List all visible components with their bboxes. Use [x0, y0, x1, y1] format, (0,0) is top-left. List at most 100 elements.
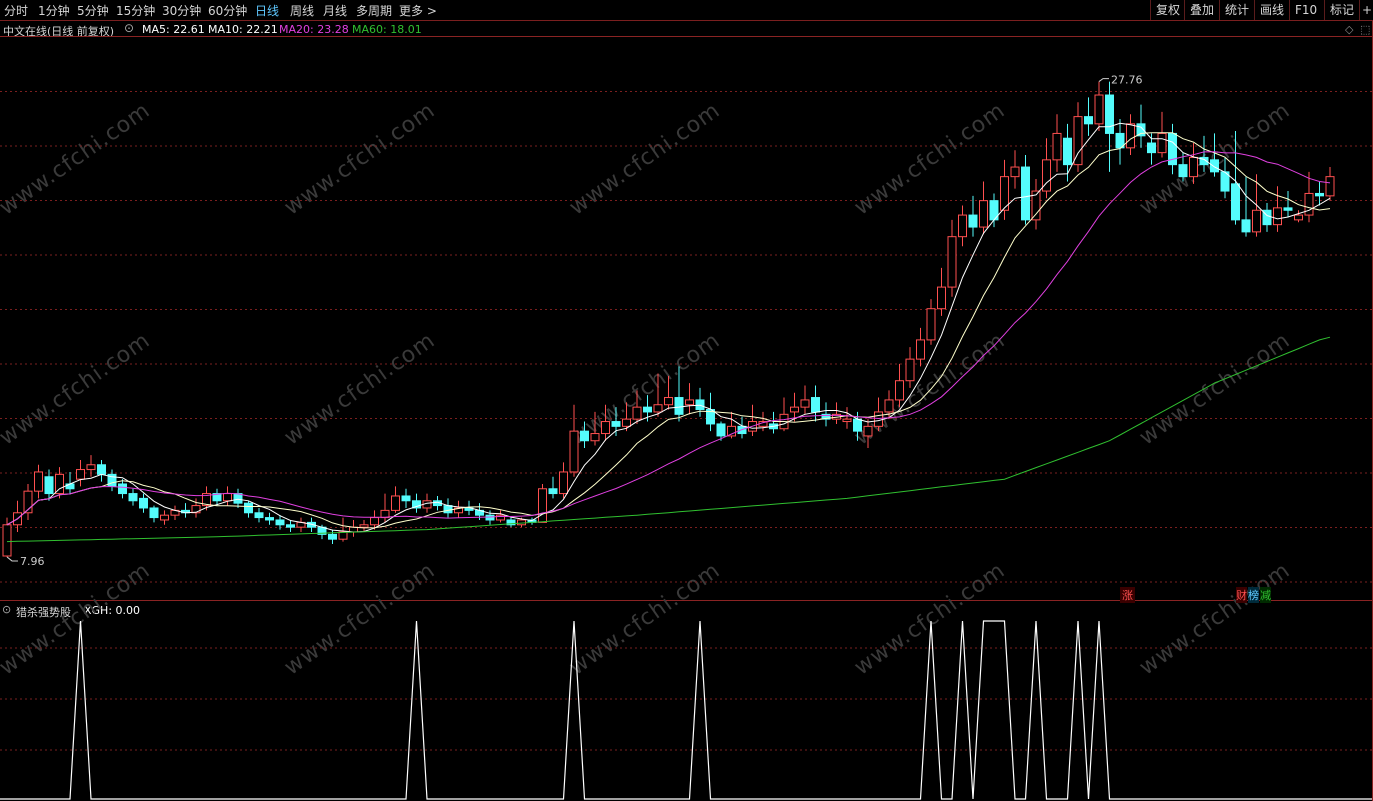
candle-up — [55, 473, 64, 495]
tab-15min[interactable]: 15分钟 — [116, 2, 155, 19]
candle-down — [1315, 192, 1324, 197]
tab-intraday[interactable]: 分时 — [4, 2, 28, 19]
adjust-button[interactable]: 复权 — [1150, 0, 1185, 20]
reduce-marker[interactable]: 减 — [1260, 587, 1271, 603]
candle-down — [580, 430, 589, 442]
candle-up — [790, 406, 799, 413]
candle-up — [370, 517, 379, 526]
tab-monthly[interactable]: 月线 — [323, 2, 347, 19]
candle-up — [538, 488, 547, 523]
candle-up — [926, 308, 936, 341]
limit-up-marker[interactable]: 涨 — [1120, 587, 1135, 603]
tab-1min[interactable]: 1分钟 — [38, 2, 70, 19]
tab-daily[interactable]: 日线 — [255, 2, 279, 19]
candle-down — [1147, 142, 1156, 154]
ranking-marker[interactable]: 榜 — [1248, 587, 1259, 603]
candle-up — [391, 495, 400, 511]
candle-up — [916, 339, 925, 360]
candle-down — [149, 507, 159, 519]
overlay-button[interactable]: 叠加 — [1184, 0, 1219, 20]
candle-up — [1294, 214, 1303, 221]
candle-down — [548, 488, 558, 495]
candle-down — [401, 495, 411, 502]
finance-marker[interactable]: 财 — [1236, 587, 1247, 603]
ma5-label: MA5: 22.61 — [142, 23, 205, 36]
custom-button[interactable]: +自 — [1359, 0, 1373, 20]
tab-5min[interactable]: 5分钟 — [77, 2, 109, 19]
tab-multi-period[interactable]: 多周期 — [356, 2, 392, 19]
ma5-line — [6, 122, 1331, 533]
candle-up — [1010, 166, 1020, 178]
candle-down — [286, 524, 295, 528]
candle-down — [485, 514, 495, 521]
candle-up — [685, 399, 694, 406]
candle-down — [1105, 94, 1114, 134]
candle-up — [947, 236, 957, 288]
candle-up — [884, 399, 894, 413]
candle-up — [517, 519, 526, 526]
candle-up — [1304, 192, 1314, 216]
candle-up — [842, 418, 852, 423]
candle-up — [191, 505, 201, 514]
candle-down — [611, 421, 621, 427]
draw-button[interactable]: 画线 — [1254, 0, 1289, 20]
candle-down — [1231, 183, 1240, 221]
candle-down — [643, 406, 652, 413]
mark-button[interactable]: 标记 — [1324, 0, 1359, 20]
candle-up — [496, 514, 505, 521]
candle-up — [569, 430, 579, 473]
stats-button[interactable]: 统计 — [1219, 0, 1254, 20]
candle-up — [34, 471, 43, 492]
min-price-label: 7.96 — [20, 555, 45, 568]
candle-up — [86, 464, 96, 471]
candle-down — [97, 464, 106, 475]
tab-weekly[interactable]: 周线 — [290, 2, 314, 19]
settings-toggle-icon[interactable]: ⊙ — [124, 21, 134, 35]
ma20-label: MA20: 23.28 — [279, 23, 349, 36]
candle-up — [958, 214, 967, 238]
ma60-line — [6, 336, 1331, 543]
candle-up — [979, 200, 988, 228]
expand-icon[interactable]: ⬚ — [1360, 23, 1370, 36]
diamond-icon[interactable]: ◇ — [1345, 23, 1353, 36]
candle-down — [1063, 137, 1072, 166]
candle-up — [559, 471, 568, 495]
candle-down — [853, 418, 862, 432]
f10-button[interactable]: F10 — [1289, 0, 1322, 20]
ma10-label: MA10: 22.21 — [208, 23, 278, 36]
candle-up — [905, 358, 915, 382]
candle-down — [674, 397, 684, 415]
tab-30min[interactable]: 30分钟 — [162, 2, 201, 19]
candle-down — [1021, 166, 1030, 221]
candle-up — [1052, 132, 1062, 161]
candle-up — [1073, 116, 1083, 166]
candle-up — [223, 493, 232, 502]
candle-down — [118, 483, 127, 495]
candle-down — [65, 483, 75, 490]
candle-up — [1325, 176, 1335, 197]
candle-down — [968, 214, 978, 228]
tab-60min[interactable]: 60分钟 — [208, 2, 247, 19]
candle-down — [811, 397, 820, 413]
candle-up — [1094, 94, 1104, 125]
candle-up — [590, 433, 600, 442]
candle-up — [1126, 123, 1135, 149]
xgh-indicator-chart — [0, 620, 1372, 800]
candle-up — [664, 397, 673, 406]
candle-up — [359, 524, 369, 528]
candle-down — [1283, 207, 1293, 211]
candle-up — [874, 411, 883, 427]
min-pointer — [6, 556, 18, 562]
tab-more[interactable]: 更多 > — [399, 2, 437, 19]
candle-down — [1178, 164, 1188, 178]
candle-up — [1252, 209, 1261, 233]
candle-down — [139, 497, 148, 509]
candle-down — [128, 493, 138, 502]
candle-up — [380, 509, 390, 519]
candle-up — [800, 399, 810, 408]
candle-up — [622, 418, 631, 427]
candle-down — [275, 519, 285, 526]
candlestick-chart: 27.76 7.96 — [0, 74, 1372, 583]
max-price-label: 27.76 — [1111, 74, 1143, 87]
candle-down — [1241, 219, 1251, 233]
